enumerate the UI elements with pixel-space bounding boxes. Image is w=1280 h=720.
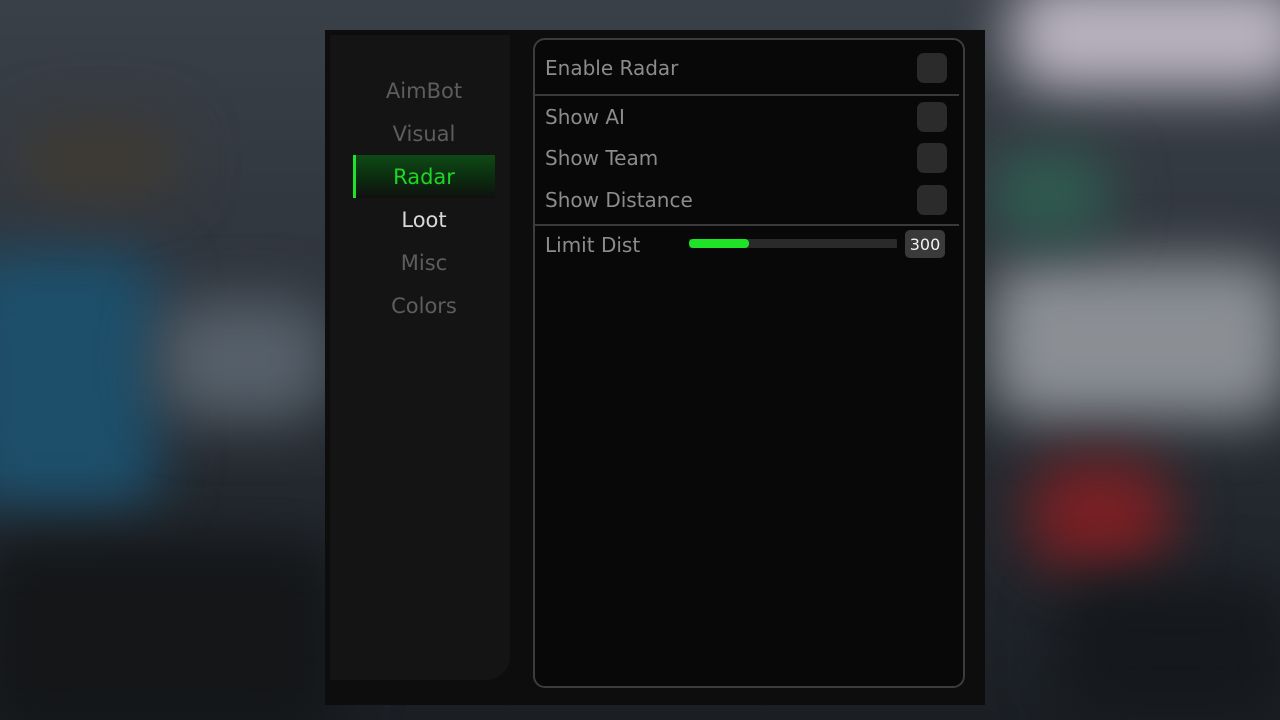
limit-dist-slider-fill <box>689 239 750 248</box>
show-distance-row: Show Distance <box>535 181 963 219</box>
sidebar-item-aimbot[interactable]: AimBot <box>353 69 495 112</box>
sidebar-item-misc[interactable]: Misc <box>353 241 495 284</box>
show-team-toggle[interactable] <box>917 143 947 173</box>
cheat-menu-window: AimBot Visual Radar Loot Misc Colors Ena… <box>325 30 985 705</box>
enable-radar-toggle[interactable] <box>917 53 947 83</box>
sidebar-item-visual[interactable]: Visual <box>353 112 495 155</box>
divider <box>535 94 959 96</box>
sidebar-item-colors[interactable]: Colors <box>353 284 495 327</box>
show-distance-label: Show Distance <box>545 188 693 212</box>
show-ai-row: Show AI <box>535 98 963 136</box>
enable-radar-label: Enable Radar <box>545 56 679 80</box>
limit-dist-row: Limit Dist 300 <box>535 230 963 260</box>
divider <box>535 224 959 226</box>
sidebar-item-loot[interactable]: Loot <box>353 198 495 241</box>
limit-dist-value[interactable]: 300 <box>905 230 945 258</box>
show-team-label: Show Team <box>545 146 659 170</box>
show-ai-label: Show AI <box>545 105 625 129</box>
show-ai-toggle[interactable] <box>917 102 947 132</box>
limit-dist-slider[interactable] <box>689 239 897 248</box>
sidebar-nav: AimBot Visual Radar Loot Misc Colors <box>353 69 495 327</box>
show-team-row: Show Team <box>535 139 963 177</box>
show-distance-toggle[interactable] <box>917 185 947 215</box>
limit-dist-label: Limit Dist <box>545 233 641 257</box>
enable-radar-row: Enable Radar <box>535 49 963 87</box>
sidebar-item-radar[interactable]: Radar <box>353 155 495 198</box>
radar-settings-panel: Enable Radar Show AI Show Team Show Dist… <box>533 38 965 688</box>
